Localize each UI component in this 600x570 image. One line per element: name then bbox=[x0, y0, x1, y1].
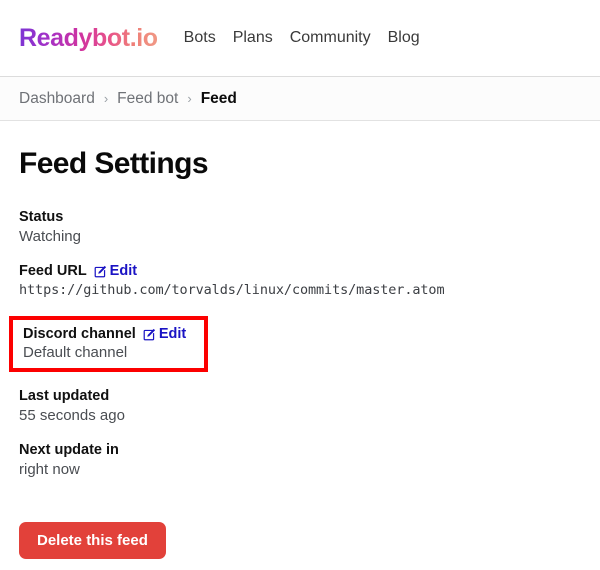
field-status-label: Status bbox=[19, 209, 64, 225]
breadcrumb: Dashboard › Feed bot › Feed bbox=[0, 77, 600, 121]
field-last-updated-label-row: Last updated bbox=[19, 388, 581, 404]
field-last-updated-value: 55 seconds ago bbox=[19, 407, 125, 424]
breadcrumb-item-feed-bot[interactable]: Feed bot bbox=[117, 90, 178, 108]
nav-item-community[interactable]: Community bbox=[290, 29, 371, 47]
edit-pencil-square-icon bbox=[143, 328, 156, 341]
field-next-update-label: Next update in bbox=[19, 442, 119, 458]
brand-logo[interactable]: Readybot.io bbox=[19, 24, 158, 53]
field-next-update: Next update in right now bbox=[19, 442, 581, 478]
site-header: Readybot.io Bots Plans Community Blog bbox=[0, 0, 600, 77]
edit-discord-channel-link[interactable]: Edit bbox=[143, 326, 186, 342]
field-discord-channel-value: Default channel bbox=[23, 344, 128, 361]
edit-feed-url-link[interactable]: Edit bbox=[94, 263, 137, 279]
field-feed-url-label-row: Feed URL Edit bbox=[19, 263, 581, 279]
breadcrumb-separator-icon: › bbox=[103, 91, 109, 106]
field-feed-url: Feed URL Edit https://github.com/torvald… bbox=[19, 263, 581, 298]
field-last-updated-label: Last updated bbox=[19, 388, 110, 404]
delete-feed-button[interactable]: Delete this feed bbox=[19, 522, 166, 559]
field-last-updated: Last updated 55 seconds ago bbox=[19, 388, 581, 424]
edit-discord-channel-label: Edit bbox=[158, 326, 187, 342]
main-content: Feed Settings Status Watching Feed URL E… bbox=[0, 121, 600, 559]
nav-item-bots[interactable]: Bots bbox=[184, 29, 216, 47]
field-next-update-value: right now bbox=[19, 461, 80, 478]
breadcrumb-item-dashboard[interactable]: Dashboard bbox=[19, 90, 95, 108]
nav-item-blog[interactable]: Blog bbox=[388, 29, 420, 47]
page-title: Feed Settings bbox=[19, 147, 209, 180]
field-status: Status Watching bbox=[19, 209, 581, 245]
field-discord-channel: Discord channel Edit Default channel bbox=[9, 316, 208, 372]
edit-pencil-square-icon bbox=[94, 265, 107, 278]
field-feed-url-value: https://github.com/torvalds/linux/commit… bbox=[19, 282, 445, 298]
field-status-label-row: Status bbox=[19, 209, 581, 225]
field-discord-channel-label: Discord channel bbox=[23, 326, 136, 342]
field-next-update-label-row: Next update in bbox=[19, 442, 581, 458]
field-status-value: Watching bbox=[19, 228, 81, 245]
primary-nav: Bots Plans Community Blog bbox=[184, 29, 420, 47]
edit-feed-url-label: Edit bbox=[109, 263, 138, 279]
field-discord-channel-label-row: Discord channel Edit bbox=[23, 326, 194, 342]
nav-item-plans[interactable]: Plans bbox=[233, 29, 273, 47]
breadcrumb-item-feed: Feed bbox=[200, 89, 237, 107]
field-feed-url-label: Feed URL bbox=[19, 263, 87, 279]
breadcrumb-separator-icon: › bbox=[187, 91, 192, 106]
